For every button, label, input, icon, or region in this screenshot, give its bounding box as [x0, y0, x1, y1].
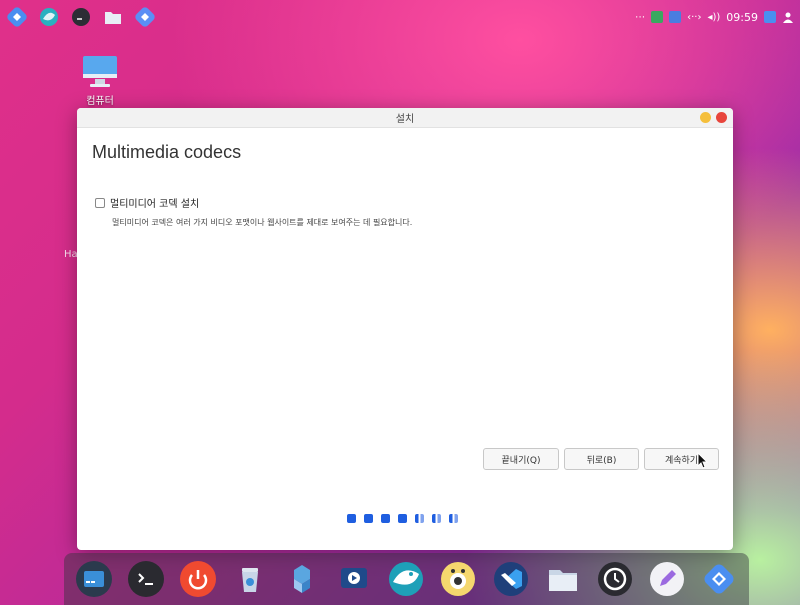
trash-icon[interactable]: [231, 560, 269, 598]
window-titlebar[interactable]: 설치: [77, 108, 733, 128]
dock: [64, 553, 749, 605]
installer-launcher-icon[interactable]: [6, 6, 28, 28]
progress-step-4: [398, 514, 407, 523]
browser-icon[interactable]: [387, 560, 425, 598]
network-icon[interactable]: ‹··›: [687, 12, 701, 23]
video-icon[interactable]: [335, 560, 373, 598]
text-editor-icon[interactable]: [648, 560, 686, 598]
progress-step-5: [415, 514, 424, 523]
browser-launcher-icon[interactable]: [38, 6, 60, 28]
installer-icon[interactable]: [700, 560, 738, 598]
clock[interactable]: 09:59: [726, 11, 758, 24]
terminal-launcher-icon[interactable]: [70, 6, 92, 28]
folder-icon[interactable]: [544, 560, 582, 598]
window-controls: [700, 112, 727, 123]
terminal-icon[interactable]: [127, 560, 165, 598]
package-icon[interactable]: [283, 560, 321, 598]
partial-desktop-text: Ha: [64, 249, 78, 260]
user-icon[interactable]: [782, 11, 794, 23]
progress-step-6: [432, 514, 441, 523]
close-button[interactable]: [716, 112, 727, 123]
folder-launcher-icon[interactable]: [102, 6, 124, 28]
power-icon[interactable]: [179, 560, 217, 598]
window-title: 설치: [395, 114, 415, 125]
file-manager-icon[interactable]: [75, 560, 113, 598]
installer-window: 설치 Multimedia codecs 멀티미디어 코덱 설치 멀티미디어 코…: [77, 108, 733, 550]
progress-step-1: [347, 514, 356, 523]
monitor-icon: [80, 52, 120, 92]
install-codecs-checkbox[interactable]: [95, 197, 105, 208]
clock-icon[interactable]: [596, 560, 634, 598]
tray-app-icon[interactable]: [651, 11, 664, 23]
codecs-description: 멀티미디어 코덱은 여러 가지 비디오 포맷이나 웹사이트를 제대로 보여주는 …: [112, 218, 413, 227]
progress-step-7: [449, 514, 458, 523]
desktop-icon-label: 컴퓨터: [86, 96, 114, 107]
install-codecs-option[interactable]: 멀티미디어 코덱 설치: [95, 195, 199, 210]
top-panel: ⋯ ‹··› ◂)) 09:59: [0, 0, 800, 34]
install-codecs-label[interactable]: 멀티미디어 코덱 설치: [110, 195, 199, 210]
desktop-computer-shortcut[interactable]: 컴퓨터: [76, 52, 124, 107]
system-tray: ⋯ ‹··› ◂)) 09:59: [635, 11, 794, 24]
vscode-icon[interactable]: [492, 560, 530, 598]
page-heading: Multimedia codecs: [92, 142, 242, 162]
show-desktop-icon[interactable]: [764, 11, 776, 23]
back-button[interactable]: 뒤로(B): [564, 448, 639, 470]
mouse-cursor-icon: [697, 452, 709, 469]
minimize-button[interactable]: [700, 112, 711, 123]
progress-step-2: [364, 514, 373, 523]
installer-launcher-icon-2[interactable]: [134, 6, 156, 28]
volume-icon[interactable]: ◂)): [707, 12, 720, 23]
tray-installer-icon[interactable]: [669, 11, 682, 23]
progress-step-3: [381, 514, 390, 523]
step-progress: [347, 514, 458, 523]
tray-overflow-icon[interactable]: ⋯: [635, 12, 645, 23]
quit-button[interactable]: 끝내기(Q): [483, 448, 559, 470]
media-player-icon[interactable]: [439, 560, 477, 598]
top-panel-launchers: [6, 6, 156, 28]
